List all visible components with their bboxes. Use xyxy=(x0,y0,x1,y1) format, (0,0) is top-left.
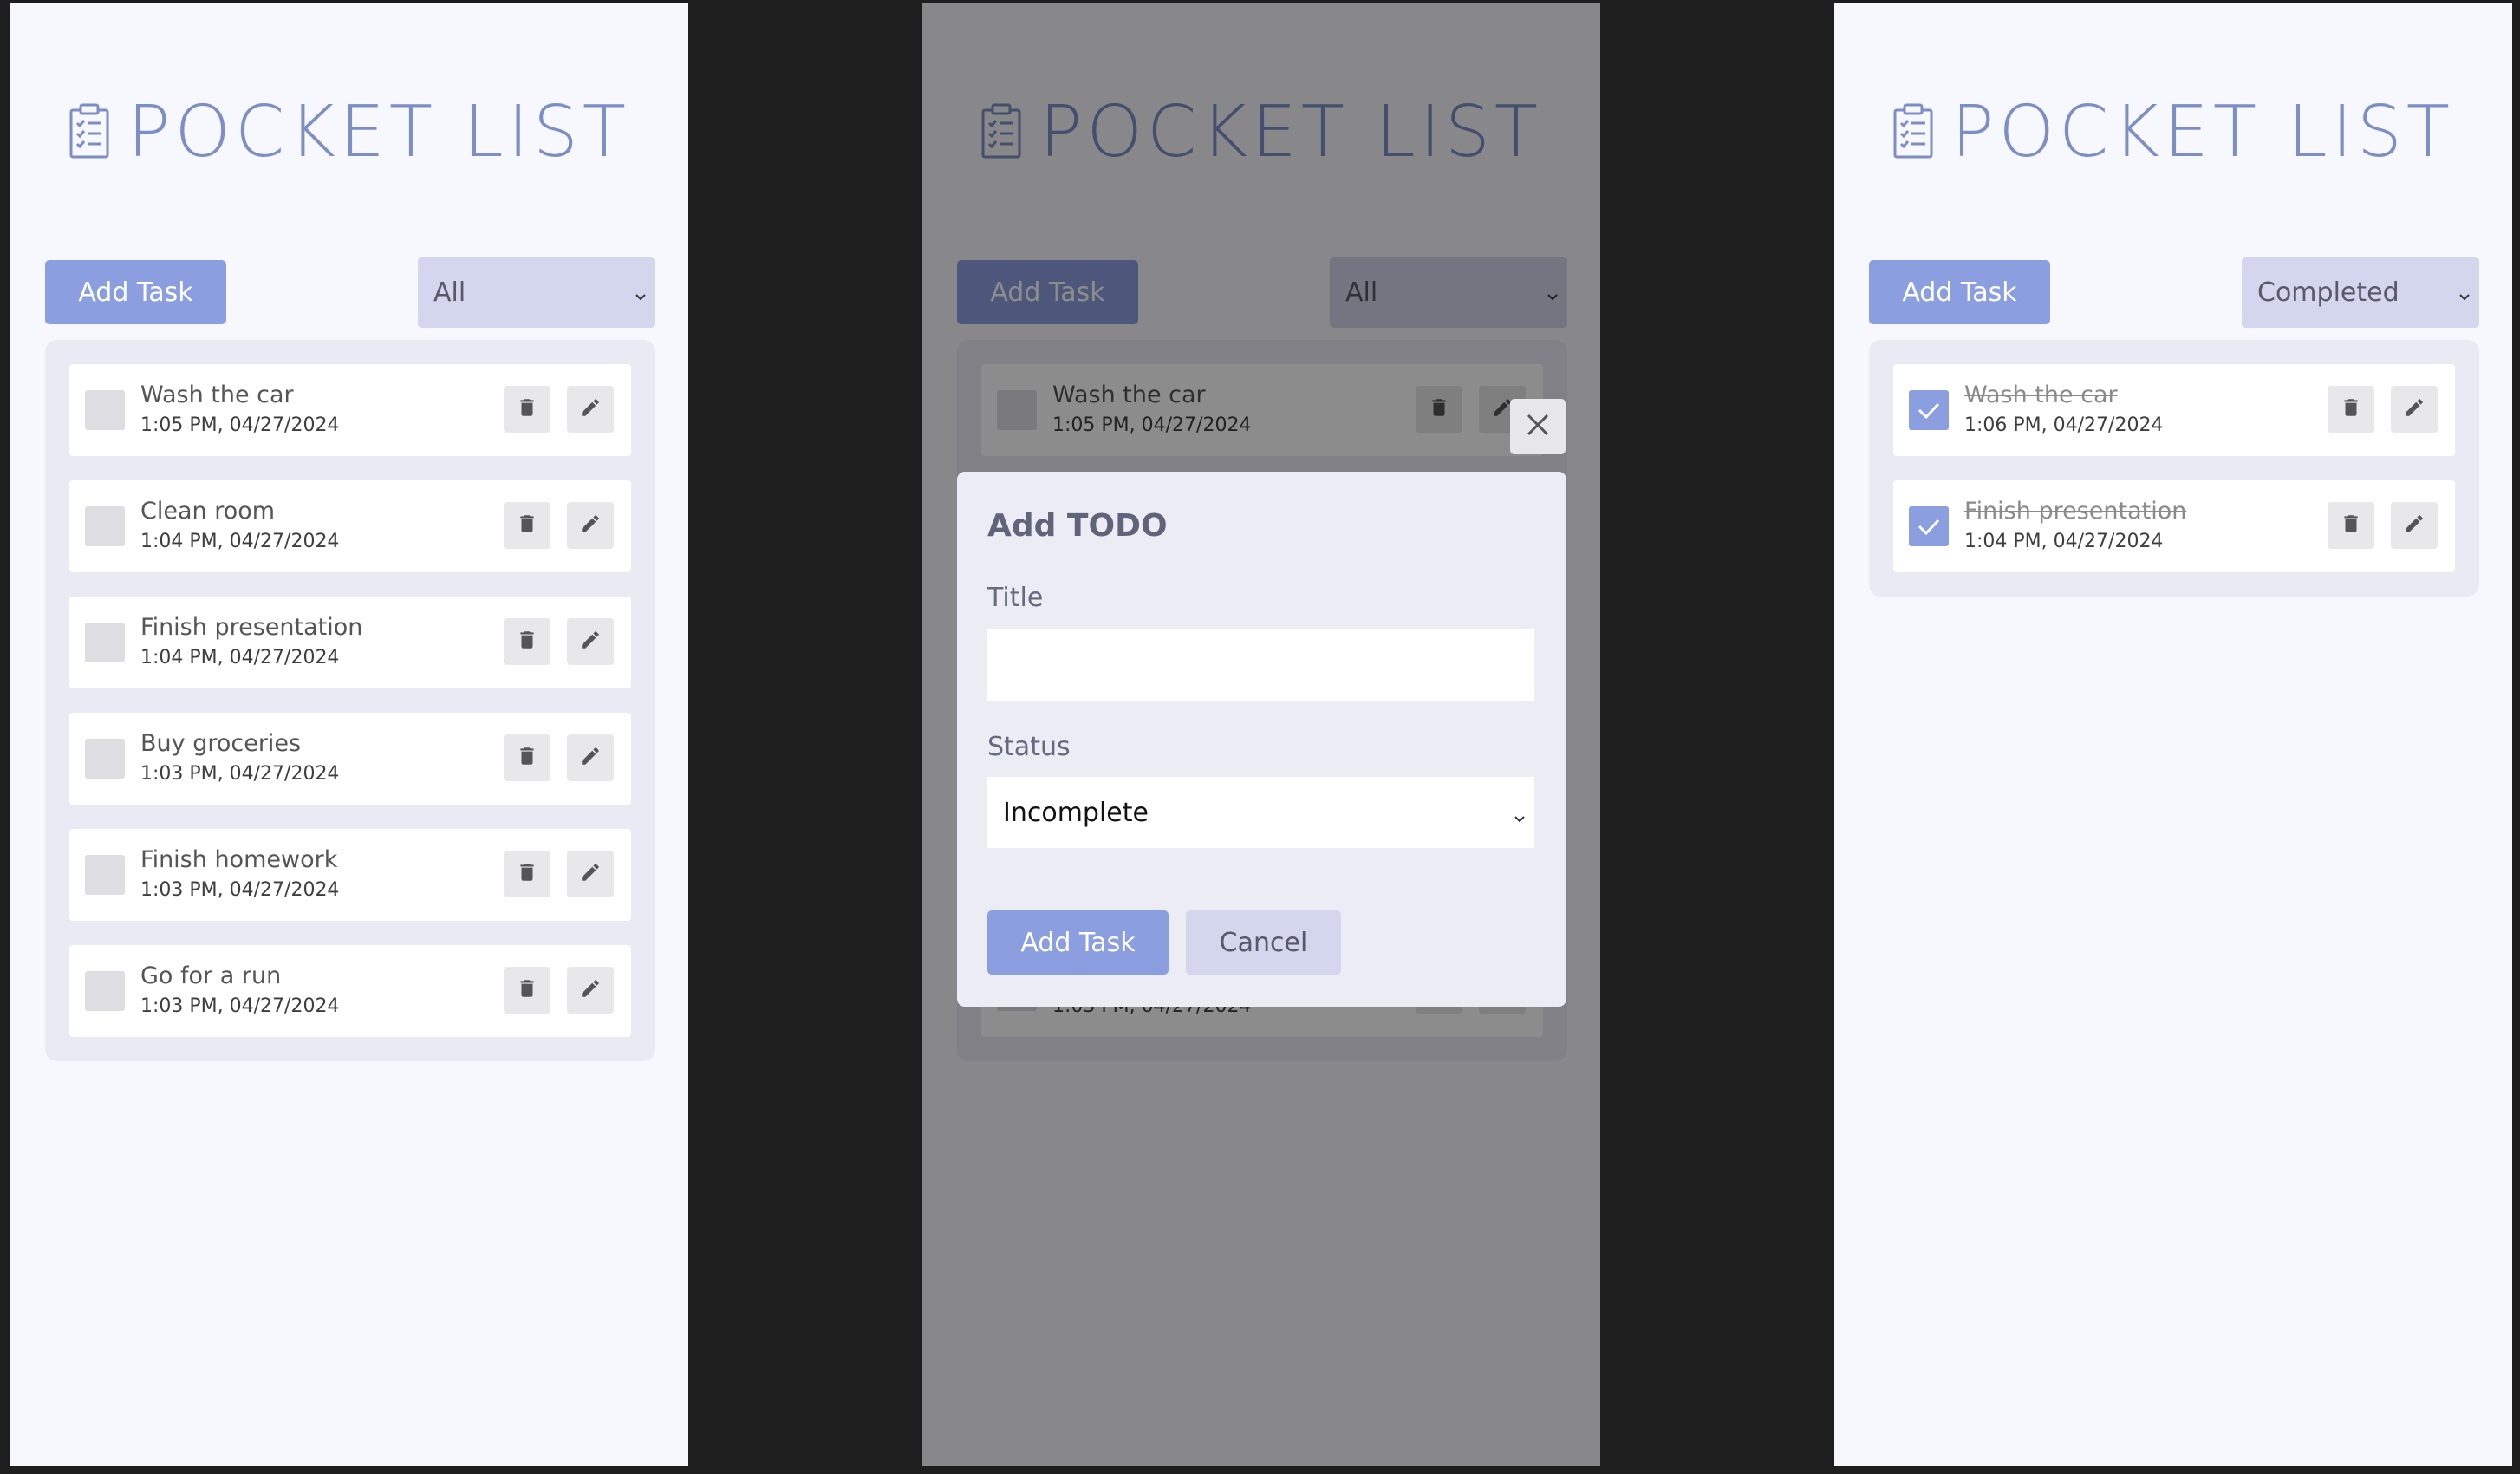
status-filter-select[interactable]: All xyxy=(418,257,655,328)
pencil-icon xyxy=(2403,512,2426,539)
clipboard-list-icon xyxy=(68,102,110,164)
edit-task-button[interactable] xyxy=(2391,502,2438,549)
task-checkbox[interactable] xyxy=(85,739,125,779)
trash-icon xyxy=(516,396,538,423)
delete-task-button[interactable] xyxy=(504,502,550,549)
task-timestamp: 1:03 PM, 04/27/2024 xyxy=(140,995,340,1017)
app-screen-add-todo-modal: POCKET LIST Add Task All Wash the car 1:05 P… xyxy=(922,3,1600,1466)
task-title: Clean room xyxy=(140,498,276,525)
task-item: Go for a run 1:03 PM, 04/27/2024 xyxy=(69,945,631,1037)
submit-add-task-button[interactable]: Add Task xyxy=(987,910,1169,975)
trash-icon xyxy=(516,629,538,655)
trash-icon xyxy=(2340,396,2362,423)
checkmark-icon xyxy=(1909,506,1949,546)
task-title: Finish homework xyxy=(140,846,338,873)
title-field-label: Title xyxy=(987,583,1044,613)
edit-task-button[interactable] xyxy=(567,967,614,1014)
task-checkbox[interactable] xyxy=(1909,390,1949,430)
task-title: Finish presentation xyxy=(1964,498,2187,525)
app-title: POCKET LIST xyxy=(127,91,630,173)
task-timestamp: 1:04 PM, 04/27/2024 xyxy=(140,647,340,669)
add-task-button[interactable]: Add Task xyxy=(1869,260,2050,324)
task-item: Finish presentation 1:04 PM, 04/27/2024 xyxy=(1893,480,2455,572)
task-checkbox[interactable] xyxy=(85,390,125,430)
edit-task-button[interactable] xyxy=(2391,386,2438,433)
task-title: Wash the car xyxy=(1964,382,2118,408)
close-icon xyxy=(1523,410,1553,444)
app-logo: POCKET LIST xyxy=(1834,97,2512,168)
trash-icon xyxy=(2340,512,2362,539)
task-checkbox[interactable] xyxy=(85,855,125,895)
edit-task-button[interactable] xyxy=(567,851,614,897)
task-item: Clean room 1:04 PM, 04/27/2024 xyxy=(69,480,631,572)
edit-task-button[interactable] xyxy=(567,386,614,433)
status-field-label: Status xyxy=(987,732,1071,762)
app-logo: POCKET LIST xyxy=(10,97,688,168)
delete-task-button[interactable] xyxy=(504,851,550,897)
task-timestamp: 1:03 PM, 04/27/2024 xyxy=(140,763,340,785)
delete-task-button[interactable] xyxy=(504,386,550,433)
title-input[interactable] xyxy=(987,629,1534,701)
task-checkbox[interactable] xyxy=(85,971,125,1011)
trash-icon xyxy=(516,977,538,1004)
task-title: Buy groceries xyxy=(140,730,302,757)
task-list: Wash the car 1:06 PM, 04/27/2024 Finish pr… xyxy=(1869,340,2479,597)
edit-task-button[interactable] xyxy=(567,502,614,549)
add-task-button[interactable]: Add Task xyxy=(45,260,226,324)
task-item: Wash the car 1:06 PM, 04/27/2024 xyxy=(1893,364,2455,456)
task-timestamp: 1:04 PM, 04/27/2024 xyxy=(140,531,340,552)
toolbar: Add Task Completed xyxy=(1869,257,2479,329)
status-value: Incomplete xyxy=(1003,797,1149,828)
pencil-icon xyxy=(579,745,602,772)
task-timestamp: 1:03 PM, 04/27/2024 xyxy=(140,879,340,901)
pencil-icon xyxy=(579,396,602,423)
status-select[interactable]: Incomplete xyxy=(987,777,1534,848)
delete-task-button[interactable] xyxy=(2328,502,2374,549)
delete-task-button[interactable] xyxy=(504,967,550,1014)
edit-task-button[interactable] xyxy=(567,618,614,665)
trash-icon xyxy=(516,861,538,888)
chevron-down-icon xyxy=(633,281,648,301)
app-title: POCKET LIST xyxy=(1951,91,2454,173)
task-item: Finish presentation 1:04 PM, 04/27/2024 xyxy=(69,597,631,688)
clipboard-list-icon xyxy=(1892,102,1934,164)
delete-task-button[interactable] xyxy=(504,734,550,781)
modal-title: Add TODO xyxy=(987,508,1168,544)
toolbar: Add Task All xyxy=(45,257,655,329)
delete-task-button[interactable] xyxy=(504,618,550,665)
task-timestamp: 1:04 PM, 04/27/2024 xyxy=(1964,531,2164,552)
task-title: Finish presentation xyxy=(140,614,363,641)
pencil-icon xyxy=(579,629,602,655)
close-modal-button[interactable] xyxy=(1510,399,1566,454)
chevron-down-icon xyxy=(1512,803,1527,823)
add-todo-modal: Add TODO Title Status Incomplete Add Task Can… xyxy=(957,472,1566,1007)
task-checkbox[interactable] xyxy=(1909,506,1949,546)
pencil-icon xyxy=(579,977,602,1004)
pencil-icon xyxy=(2403,396,2426,423)
edit-task-button[interactable] xyxy=(567,734,614,781)
task-checkbox[interactable] xyxy=(85,623,125,662)
delete-task-button[interactable] xyxy=(2328,386,2374,433)
task-checkbox[interactable] xyxy=(85,506,125,546)
cancel-button[interactable]: Cancel xyxy=(1186,910,1341,975)
filter-value: All xyxy=(433,277,466,308)
task-title: Wash the car xyxy=(140,382,294,408)
status-filter-select[interactable]: Completed xyxy=(2242,257,2479,328)
pencil-icon xyxy=(579,861,602,888)
app-screen-all-tasks: POCKET LIST Add Task All Wash the car 1:05 P… xyxy=(10,3,688,1466)
trash-icon xyxy=(516,745,538,772)
app-screen-completed-tasks: POCKET LIST Add Task Completed Wash the car… xyxy=(1834,3,2512,1466)
task-item: Buy groceries 1:03 PM, 04/27/2024 xyxy=(69,713,631,805)
task-timestamp: 1:05 PM, 04/27/2024 xyxy=(140,414,340,436)
task-list: Wash the car 1:05 PM, 04/27/2024 Clean roo… xyxy=(45,340,655,1061)
checkmark-icon xyxy=(1909,390,1949,430)
pencil-icon xyxy=(579,512,602,539)
task-item: Wash the car 1:05 PM, 04/27/2024 xyxy=(69,364,631,456)
task-item: Finish homework 1:03 PM, 04/27/2024 xyxy=(69,829,631,921)
filter-value: Completed xyxy=(2257,277,2400,308)
task-timestamp: 1:06 PM, 04/27/2024 xyxy=(1964,414,2164,436)
trash-icon xyxy=(516,512,538,539)
chevron-down-icon xyxy=(2457,281,2472,301)
task-title: Go for a run xyxy=(140,962,282,989)
